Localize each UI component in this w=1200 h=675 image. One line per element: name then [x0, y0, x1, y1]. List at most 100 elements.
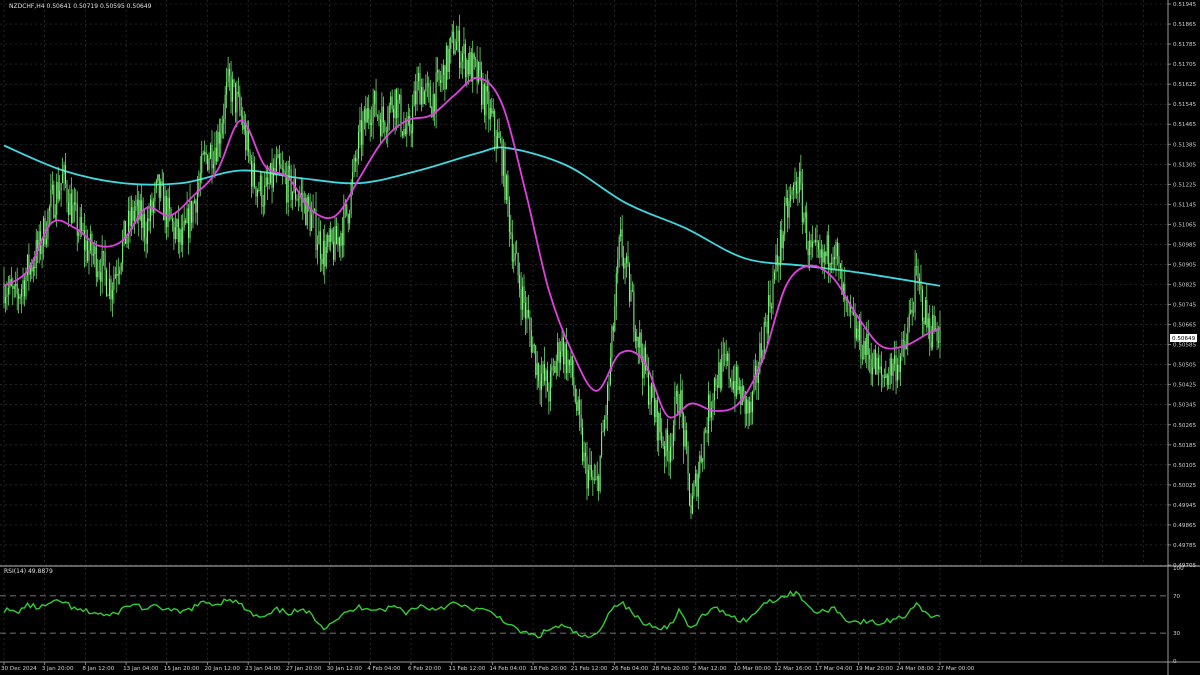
candle-body [66, 183, 68, 203]
candle-body [853, 312, 855, 315]
candle-body [939, 327, 941, 343]
candle-body [779, 229, 781, 266]
price-tick-label: 0.50025 [1173, 483, 1197, 489]
candle-body [605, 415, 607, 420]
price-tick-label: 0.51865 [1173, 22, 1197, 28]
candle-body [529, 317, 531, 331]
candle-body [236, 91, 238, 113]
candle-body [183, 220, 185, 228]
price-tick-label: 0.51305 [1173, 162, 1197, 168]
candle-body [315, 209, 317, 250]
candle-body [122, 239, 124, 264]
candle-body [599, 455, 601, 491]
candle-body [337, 237, 339, 245]
candle-body [98, 271, 100, 273]
candle-body [927, 318, 929, 328]
candle-body [886, 374, 888, 385]
candle-body [396, 89, 398, 118]
price-tick-label: 0.50425 [1173, 383, 1197, 389]
candle-body [598, 476, 600, 491]
candle-body [902, 339, 904, 341]
candle-body [498, 132, 500, 139]
candle-body [398, 94, 400, 100]
candle-body [812, 241, 814, 248]
candle-body [56, 182, 58, 215]
candle-body [277, 154, 279, 159]
candle-body [725, 354, 727, 361]
price-tick-label: 0.50345 [1173, 403, 1197, 409]
candle-body [59, 190, 61, 200]
candle-body [866, 333, 868, 355]
candle-body [176, 219, 178, 228]
time-tick-label: 13 Jan 04:00 [123, 666, 159, 672]
candle-body [239, 93, 241, 110]
candle-body [527, 310, 529, 318]
candle-body [772, 278, 774, 309]
candle-body [438, 70, 440, 81]
candle-body [500, 138, 502, 141]
candle-body [630, 290, 632, 302]
candle-body [328, 235, 330, 242]
price-axis: 0.51945 0.51865 0.51785 0.51705 0.51625 0.515… [1168, 2, 1197, 569]
candle-body [377, 115, 379, 117]
candle-body [321, 259, 323, 265]
candle-body [938, 341, 940, 343]
candle-body [410, 130, 412, 134]
candle-body [683, 413, 685, 447]
candle-body [151, 199, 153, 213]
candle-body [54, 214, 56, 218]
candle-body [357, 132, 359, 159]
candle-body [224, 94, 226, 120]
candle-body [923, 321, 925, 325]
candle-body [185, 220, 187, 223]
candle-body [693, 483, 695, 496]
candle-body [478, 61, 480, 83]
candle-body [781, 229, 783, 249]
candle-body [585, 452, 587, 457]
candle-body [595, 479, 597, 480]
candle-body [797, 191, 799, 194]
candle-body [715, 378, 717, 386]
candle-body [520, 288, 522, 310]
candle-body [769, 294, 771, 307]
candle-body [6, 294, 8, 298]
candle-body [803, 217, 805, 223]
candle-body [73, 202, 75, 206]
candle-body [7, 288, 9, 295]
candle-body [690, 505, 692, 514]
candle-body [129, 210, 131, 227]
candle-body [889, 358, 891, 376]
candle-body [18, 294, 20, 299]
price-tick-label: 0.51065 [1173, 222, 1197, 228]
candle-body [875, 350, 877, 375]
candle-body [580, 414, 582, 428]
candle-body [451, 31, 453, 38]
candle-body [785, 198, 787, 203]
price-tick-label: 0.50665 [1173, 323, 1197, 329]
candle-body [583, 452, 585, 462]
chart-window[interactable]: 0.51945 0.51865 0.51785 0.51705 0.51625 0.515… [0, 0, 1200, 675]
candle-body [624, 263, 626, 269]
candle-body [322, 240, 324, 265]
candle-body [464, 43, 466, 78]
candle-body [776, 254, 778, 265]
candle-body [617, 258, 619, 274]
candle-body [132, 207, 134, 221]
candle-body [530, 330, 532, 353]
chart-canvas[interactable]: 0.51945 0.51865 0.51785 0.51705 0.51625 0.515… [0, 0, 1200, 675]
candle-body [861, 357, 863, 359]
candle-body [667, 429, 669, 451]
candle-body [894, 355, 896, 364]
candle-body [34, 266, 36, 268]
candle-body [426, 83, 428, 85]
candle-body [479, 61, 481, 71]
time-tick-label: 11 Feb 12:00 [449, 666, 486, 672]
candle-body [817, 242, 819, 250]
candle-body [822, 249, 824, 263]
candle-body [899, 356, 901, 372]
candle-body [916, 266, 918, 267]
candle-body [237, 91, 239, 94]
candle-body [836, 242, 838, 257]
candle-body [252, 163, 254, 187]
candle-body [907, 327, 909, 345]
